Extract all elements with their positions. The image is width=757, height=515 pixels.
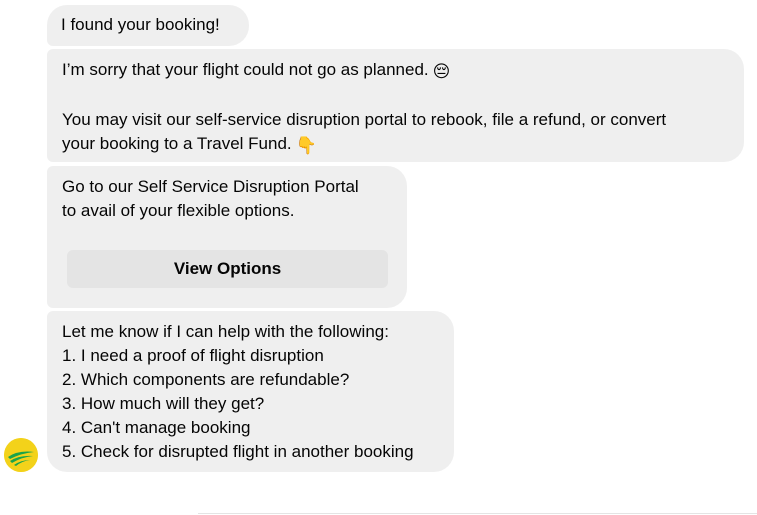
avatar[interactable] <box>4 438 38 472</box>
message-text: You may visit our self-service disruptio… <box>62 110 667 129</box>
message-bubble-help-options: Let me know if I can help with the follo… <box>47 311 454 472</box>
list-item: 2. Which components are refundable? <box>62 370 350 389</box>
list-item: 4. Can't manage booking <box>62 418 251 437</box>
message-text: Go to our Self Service Disruption Portal <box>62 177 359 196</box>
sad-face-emoji-icon: 😔 <box>432 62 451 81</box>
message-text: to avail of your flexible options. <box>62 201 295 220</box>
message-text: I found your booking! <box>61 15 220 34</box>
list-item: 1. I need a proof of flight disruption <box>62 346 324 365</box>
message-bubble-found-booking: I found your booking! <box>47 5 249 46</box>
message-bubble-portal-card: Go to our Self Service Disruption Portal… <box>47 166 407 308</box>
pointing-down-emoji-icon: 👇 <box>295 136 317 155</box>
message-spacer <box>62 84 729 108</box>
message-line: your booking to a Travel Fund. 👇 <box>62 132 729 158</box>
airline-logo-icon <box>4 438 38 472</box>
message-text: I’m sorry that your flight could not go … <box>62 60 429 79</box>
list-item: 5. Check for disrupted flight in another… <box>62 442 414 461</box>
message-bubble-apology: I’m sorry that your flight could not go … <box>47 49 744 162</box>
list-item: 3. How much will they get? <box>62 394 265 413</box>
message-text: your booking to a Travel Fund. <box>62 134 292 153</box>
message-text: Let me know if I can help with the follo… <box>62 322 389 341</box>
message-line: I’m sorry that your flight could not go … <box>62 58 729 84</box>
view-options-button[interactable]: View Options <box>67 250 388 288</box>
composer-divider <box>198 513 757 514</box>
